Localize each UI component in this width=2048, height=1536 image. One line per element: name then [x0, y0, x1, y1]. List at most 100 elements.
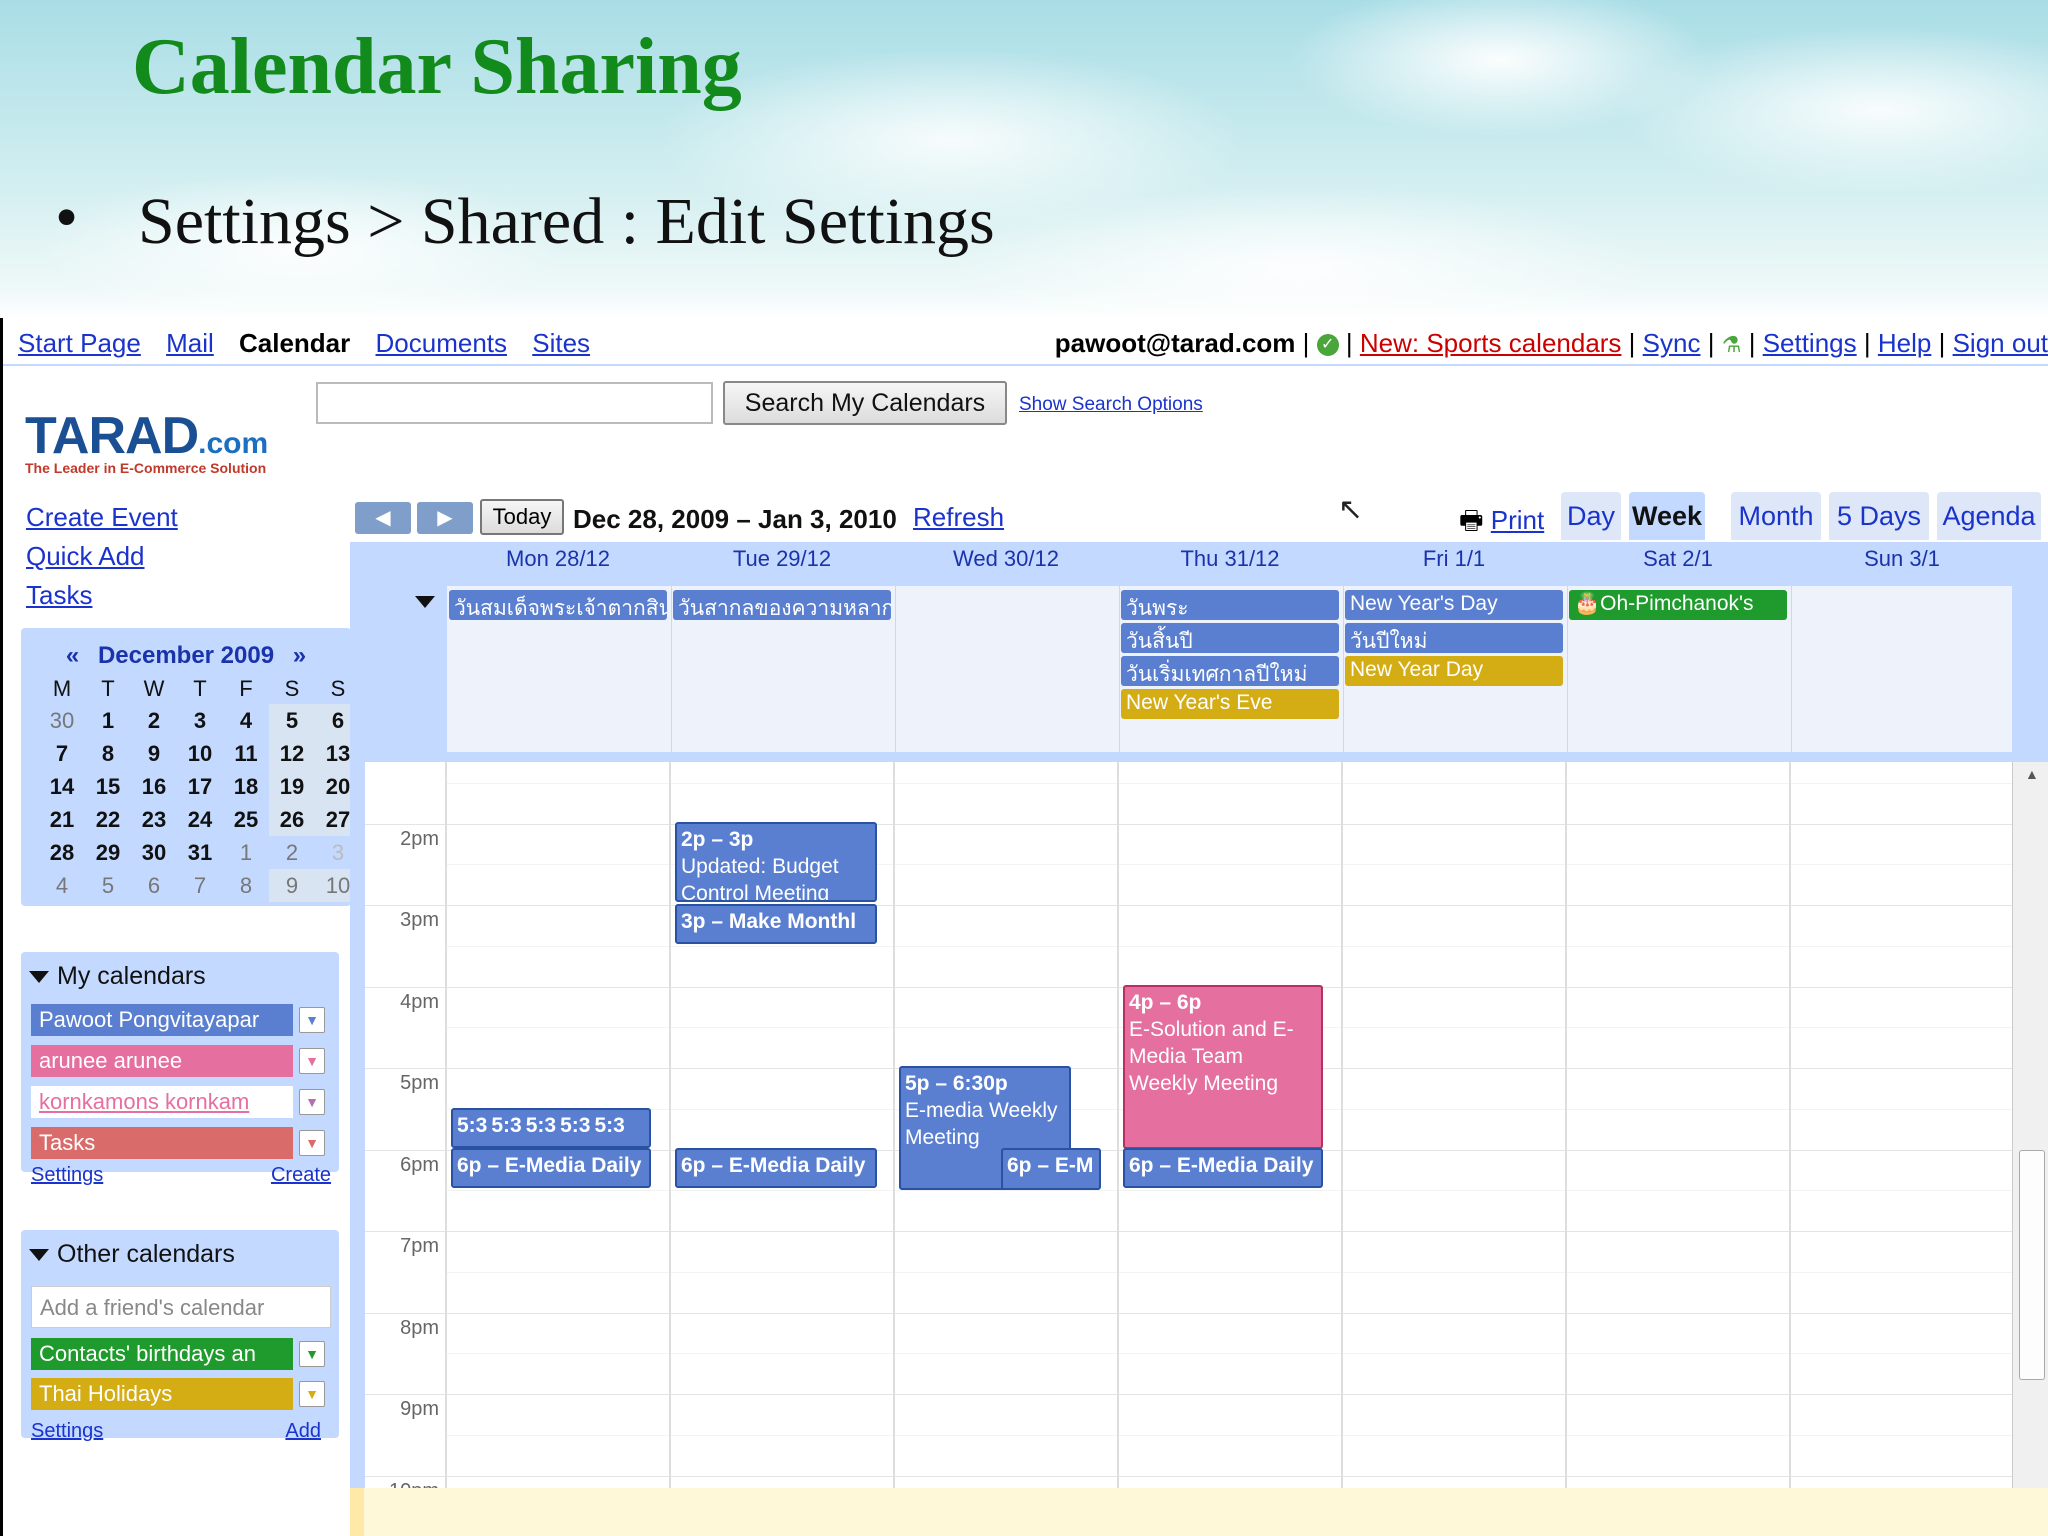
mini-day[interactable]: 18: [223, 770, 269, 803]
sign-out-link[interactable]: Sign out: [1953, 328, 2048, 358]
mini-day[interactable]: 23: [131, 803, 177, 836]
mini-day[interactable]: 9: [131, 737, 177, 770]
mini-day[interactable]: 30: [131, 836, 177, 869]
mini-day[interactable]: 16: [131, 770, 177, 803]
nav-sites[interactable]: Sites: [532, 328, 590, 358]
day-header-sun[interactable]: Sun 3/1: [1791, 546, 2013, 572]
mini-day[interactable]: 2: [269, 836, 315, 869]
chevron-down-icon[interactable]: ▼: [299, 1130, 325, 1156]
tasks-link[interactable]: Tasks: [26, 576, 178, 615]
scroll-up-icon[interactable]: ▲: [2025, 766, 2039, 782]
search-my-calendars-button[interactable]: Search My Calendars: [723, 381, 1007, 425]
my-calendars-header[interactable]: My calendars: [21, 952, 339, 1000]
all-day-event[interactable]: New Year's Eve: [1121, 689, 1339, 719]
mini-day[interactable]: 5: [269, 704, 315, 737]
mini-day[interactable]: 3: [177, 704, 223, 737]
nav-mail[interactable]: Mail: [166, 328, 214, 358]
create-calendar-link[interactable]: Create: [271, 1164, 331, 1187]
all-day-event[interactable]: วันพระ: [1121, 590, 1339, 620]
mini-day[interactable]: 1: [223, 836, 269, 869]
print-link[interactable]: 🖶 Print: [1459, 502, 1544, 546]
view-tab-day[interactable]: Day: [1561, 492, 1621, 540]
mini-day[interactable]: 8: [85, 737, 131, 770]
refresh-link[interactable]: Refresh: [913, 502, 1004, 533]
search-input[interactable]: [316, 382, 713, 424]
add-friend-calendar-input[interactable]: Add a friend's calendar: [31, 1286, 331, 1328]
collapse-triangle-icon[interactable]: [29, 1249, 49, 1262]
mini-event[interactable]: 5:3: [457, 1112, 487, 1144]
prev-week-button[interactable]: ◀: [355, 502, 411, 534]
all-day-event[interactable]: วันสากลของความหลากห: [673, 590, 891, 620]
all-day-event[interactable]: วันสมเด็จพระเจ้าตากสิน: [449, 590, 667, 620]
calendar-item-contacts-birthdays[interactable]: Contacts' birthdays an: [31, 1338, 293, 1370]
mini-day[interactable]: 30: [39, 704, 85, 737]
mini-day[interactable]: 14: [39, 770, 85, 803]
event-emedia-daily-wed[interactable]: 6p – E-M: [1001, 1148, 1101, 1190]
settings-link[interactable]: Settings: [1763, 328, 1857, 358]
all-day-event[interactable]: วันเริ่มเทศกาลปีใหม่: [1121, 656, 1339, 686]
mini-calendar-next-button[interactable]: »: [293, 642, 306, 669]
mini-day[interactable]: 7: [39, 737, 85, 770]
mini-day[interactable]: 5: [85, 869, 131, 902]
all-day-event[interactable]: New Year Day: [1345, 656, 1563, 686]
mini-day[interactable]: 9: [269, 869, 315, 902]
sync-link[interactable]: Sync: [1643, 328, 1701, 358]
day-header-fri[interactable]: Fri 1/1: [1343, 546, 1565, 572]
my-calendars-settings-link[interactable]: Settings: [31, 1164, 103, 1186]
collapse-all-day-arrow-icon[interactable]: [415, 596, 435, 608]
collapse-triangle-icon[interactable]: [29, 971, 49, 984]
mini-day[interactable]: 1: [85, 704, 131, 737]
day-header-wed[interactable]: Wed 30/12: [895, 546, 1117, 572]
mini-day[interactable]: 6: [131, 869, 177, 902]
chevron-down-icon[interactable]: ▼: [299, 1341, 325, 1367]
calendar-item-tasks[interactable]: Tasks: [31, 1127, 293, 1159]
view-tab-5-days[interactable]: 5 Days: [1829, 492, 1929, 540]
mini-event[interactable]: 5:3: [560, 1112, 590, 1144]
mini-event[interactable]: 5:3: [526, 1112, 556, 1144]
mini-day[interactable]: 4: [39, 869, 85, 902]
next-week-button[interactable]: ▶: [417, 502, 473, 534]
mini-day[interactable]: 28: [39, 836, 85, 869]
mini-day[interactable]: 17: [177, 770, 223, 803]
view-tab-agenda[interactable]: Agenda: [1937, 492, 2041, 540]
chevron-down-icon[interactable]: ▼: [299, 1381, 325, 1407]
tarad-logo[interactable]: TARAD.com The Leader in E-Commerce Solut…: [25, 406, 268, 476]
today-button[interactable]: Today: [480, 499, 564, 535]
mini-day[interactable]: 22: [85, 803, 131, 836]
new-sports-calendars-link[interactable]: New: Sports calendars: [1360, 328, 1622, 358]
quick-add-link[interactable]: Quick Add: [26, 537, 178, 576]
mini-event[interactable]: 5:3: [594, 1112, 624, 1144]
day-header-mon[interactable]: Mon 28/12: [447, 546, 669, 572]
event-monthly[interactable]: 3p – Make Monthl: [675, 904, 877, 944]
mini-day[interactable]: 11: [223, 737, 269, 770]
help-link[interactable]: Help: [1878, 328, 1931, 358]
mini-day[interactable]: 15: [85, 770, 131, 803]
mini-calendar-prev-button[interactable]: «: [66, 642, 79, 669]
day-header-sat[interactable]: Sat 2/1: [1567, 546, 1789, 572]
nav-start-page[interactable]: Start Page: [18, 328, 141, 358]
other-calendars-settings-link[interactable]: Settings: [31, 1420, 103, 1442]
all-day-event[interactable]: New Year's Day: [1345, 590, 1563, 620]
all-day-event-birthday[interactable]: 🎂Oh-Pimchanok's: [1569, 590, 1787, 620]
event-budget-meeting[interactable]: 2p – 3p Updated: Budget Control Meeting: [675, 822, 877, 902]
view-tab-week[interactable]: Week: [1629, 492, 1705, 540]
mini-day[interactable]: 31: [177, 836, 223, 869]
create-event-link[interactable]: Create Event: [26, 498, 178, 537]
mini-day[interactable]: 26: [269, 803, 315, 836]
day-header-tue[interactable]: Tue 29/12: [671, 546, 893, 572]
calendar-item-pawoot[interactable]: Pawoot Pongvitayapar: [31, 1004, 293, 1036]
online-check-icon[interactable]: ✓: [1316, 334, 1339, 357]
mini-day[interactable]: 29: [85, 836, 131, 869]
mini-day[interactable]: 7: [177, 869, 223, 902]
chevron-down-icon[interactable]: ▼: [299, 1089, 325, 1115]
add-calendar-link[interactable]: Add: [285, 1420, 321, 1443]
calendar-item-kornkamons[interactable]: kornkamons kornkam: [31, 1086, 293, 1118]
calendar-item-arunee[interactable]: arunee arunee: [31, 1045, 293, 1077]
mini-day[interactable]: 19: [269, 770, 315, 803]
nav-documents[interactable]: Documents: [376, 328, 508, 358]
nav-calendar[interactable]: Calendar: [239, 328, 350, 358]
other-calendars-header[interactable]: Other calendars: [21, 1230, 339, 1278]
all-day-event[interactable]: วันปีใหม่: [1345, 623, 1563, 653]
mini-day[interactable]: 25: [223, 803, 269, 836]
event-emedia-daily-tue[interactable]: 6p – E-Media Daily: [675, 1148, 877, 1188]
